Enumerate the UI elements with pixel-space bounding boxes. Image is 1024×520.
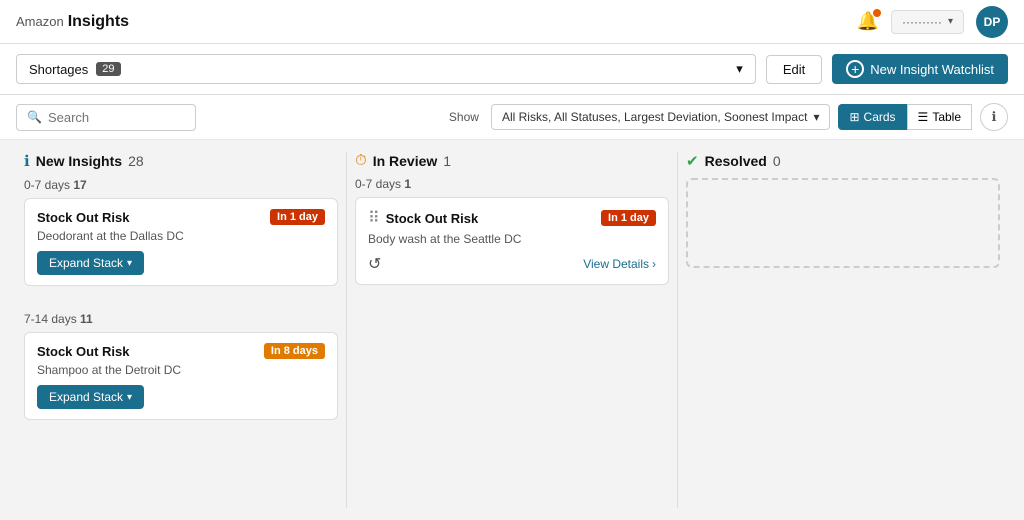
top-nav: Amazon Insights 🔔 ·········· ▾ DP xyxy=(0,0,1024,44)
day-range-label: 0-7 days 17 xyxy=(24,178,338,192)
day-count: 17 xyxy=(73,178,86,192)
card-title: Stock Out Risk xyxy=(37,344,129,359)
chevron-down-icon: ▾ xyxy=(948,16,953,27)
in-review-header: ⏱ In Review 1 xyxy=(355,152,669,169)
cards-grid-icon: ⊞ xyxy=(849,110,859,124)
insight-card: ⠿ Stock Out Risk In 1 day Body wash at the … xyxy=(355,197,669,285)
table-icon: ☰ xyxy=(918,110,929,124)
new-insights-header: ℹ New Insights 28 xyxy=(24,152,338,170)
card-top: ⠿ Stock Out Risk In 1 day xyxy=(368,208,656,228)
shortages-label-group: Shortages 29 xyxy=(29,62,121,77)
chevron-down-icon: ▾ xyxy=(127,258,132,269)
resolved-count: 0 xyxy=(773,153,781,169)
insight-card: Stock Out Risk In 1 day Deodorant at the D… xyxy=(24,198,338,286)
day-count: 11 xyxy=(80,312,93,326)
show-label: Show xyxy=(449,110,479,124)
day-count: 1 xyxy=(404,177,411,191)
new-insights-title: New Insights xyxy=(36,153,122,169)
card-title-group: Stock Out Risk xyxy=(37,210,129,225)
info-button[interactable]: ℹ xyxy=(980,103,1008,131)
user-menu[interactable]: ·········· ▾ xyxy=(891,10,964,34)
info-icon: ℹ xyxy=(992,109,997,125)
nav-right: 🔔 ·········· ▾ DP xyxy=(857,6,1008,38)
new-watchlist-label: New Insight Watchlist xyxy=(870,62,994,77)
user-label: ·········· xyxy=(902,15,942,29)
card-subtitle: Body wash at the Seattle DC xyxy=(368,232,656,246)
urgency-badge: In 1 day xyxy=(270,209,325,225)
in-review-count: 1 xyxy=(443,153,451,169)
cards-label: Cards xyxy=(864,110,896,124)
shortages-name: Shortages xyxy=(29,62,88,77)
plus-circle-icon: + xyxy=(846,60,864,78)
insight-card: Stock Out Risk In 8 days Shampoo at the De… xyxy=(24,332,338,420)
search-input[interactable] xyxy=(48,110,188,125)
filter-value: All Risks, All Statuses, Largest Deviati… xyxy=(502,110,807,124)
shortages-count-badge: 29 xyxy=(96,62,120,76)
brand-label: Amazon xyxy=(16,14,64,29)
card-title-group: ⠿ Stock Out Risk xyxy=(368,208,478,228)
in-review-title: In Review xyxy=(373,153,438,169)
column-new-insights: ℹ New Insights 28 0-7 days 17 Stock Out Risk… xyxy=(16,152,347,508)
resolved-title: Resolved xyxy=(705,153,767,169)
search-box: 🔍 xyxy=(16,104,196,131)
resolved-header: ✔ Resolved 0 xyxy=(686,152,1000,170)
expand-stack-button[interactable]: Expand Stack ▾ xyxy=(37,385,144,409)
app-title: Insights xyxy=(68,13,129,31)
bell-container: 🔔 xyxy=(857,11,879,32)
card-subtitle: Shampoo at the Detroit DC xyxy=(37,363,325,377)
new-insights-count: 28 xyxy=(128,153,144,169)
filter-right: Show All Risks, All Statuses, Largest De… xyxy=(449,103,1008,131)
card-top: Stock Out Risk In 8 days xyxy=(37,343,325,359)
notification-dot xyxy=(873,9,881,17)
card-title: Stock Out Risk xyxy=(37,210,129,225)
table-label: Table xyxy=(932,110,961,124)
search-icon: 🔍 xyxy=(27,110,42,124)
filter-chevron-icon: ▾ xyxy=(813,110,819,124)
in-review-icon: ⏱ xyxy=(355,152,367,169)
filter-bar: 🔍 Show All Risks, All Statuses, Largest … xyxy=(0,95,1024,140)
toolbar: Shortages 29 ▾ Edit + New Insight Watchl… xyxy=(0,44,1024,95)
urgency-badge: In 8 days xyxy=(264,343,325,359)
expand-stack-button[interactable]: Expand Stack ▾ xyxy=(37,251,144,275)
new-insights-icon: ℹ xyxy=(24,152,30,170)
edit-button[interactable]: Edit xyxy=(766,55,822,84)
card-actions: ↺ View Details › xyxy=(368,254,656,274)
chevron-right-icon: › xyxy=(652,257,656,271)
day-range-label: 0-7 days 1 xyxy=(355,177,669,191)
table-view-button[interactable]: ☰ Table xyxy=(907,104,972,130)
card-top: Stock Out Risk In 1 day xyxy=(37,209,325,225)
column-in-review: ⏱In Review10-7 days 1⠿Stock Out RiskIn 1… xyxy=(347,152,678,508)
filter-dropdown[interactable]: All Risks, All Statuses, Largest Deviati… xyxy=(491,104,831,130)
cards-view-button[interactable]: ⊞ Cards xyxy=(838,104,906,130)
column-resolved: ✔ Resolved 0 xyxy=(678,152,1008,508)
brand-area: Amazon Insights xyxy=(16,13,129,31)
card-subtitle: Deodorant at the Dallas DC xyxy=(37,229,325,243)
resolved-icon: ✔ xyxy=(686,152,699,170)
dropdown-chevron-icon: ▾ xyxy=(736,61,743,77)
shortages-dropdown[interactable]: Shortages 29 ▾ xyxy=(16,54,756,84)
main-content: ℹ New Insights 28 0-7 days 17 Stock Out Risk… xyxy=(0,140,1024,520)
drag-dots-icon: ⠿ xyxy=(368,208,380,228)
day-range-label: 7-14 days 11 xyxy=(24,312,338,326)
card-title-group: Stock Out Risk xyxy=(37,344,129,359)
new-watchlist-button[interactable]: + New Insight Watchlist xyxy=(832,54,1008,84)
resolved-empty-area xyxy=(686,178,1000,268)
refresh-icon[interactable]: ↺ xyxy=(368,254,381,274)
view-toggle: ⊞ Cards ☰ Table xyxy=(838,104,972,130)
chevron-down-icon: ▾ xyxy=(127,392,132,403)
urgency-badge: In 1 day xyxy=(601,210,656,226)
view-details-link[interactable]: View Details › xyxy=(583,257,656,271)
avatar[interactable]: DP xyxy=(976,6,1008,38)
card-title: Stock Out Risk xyxy=(386,211,478,226)
